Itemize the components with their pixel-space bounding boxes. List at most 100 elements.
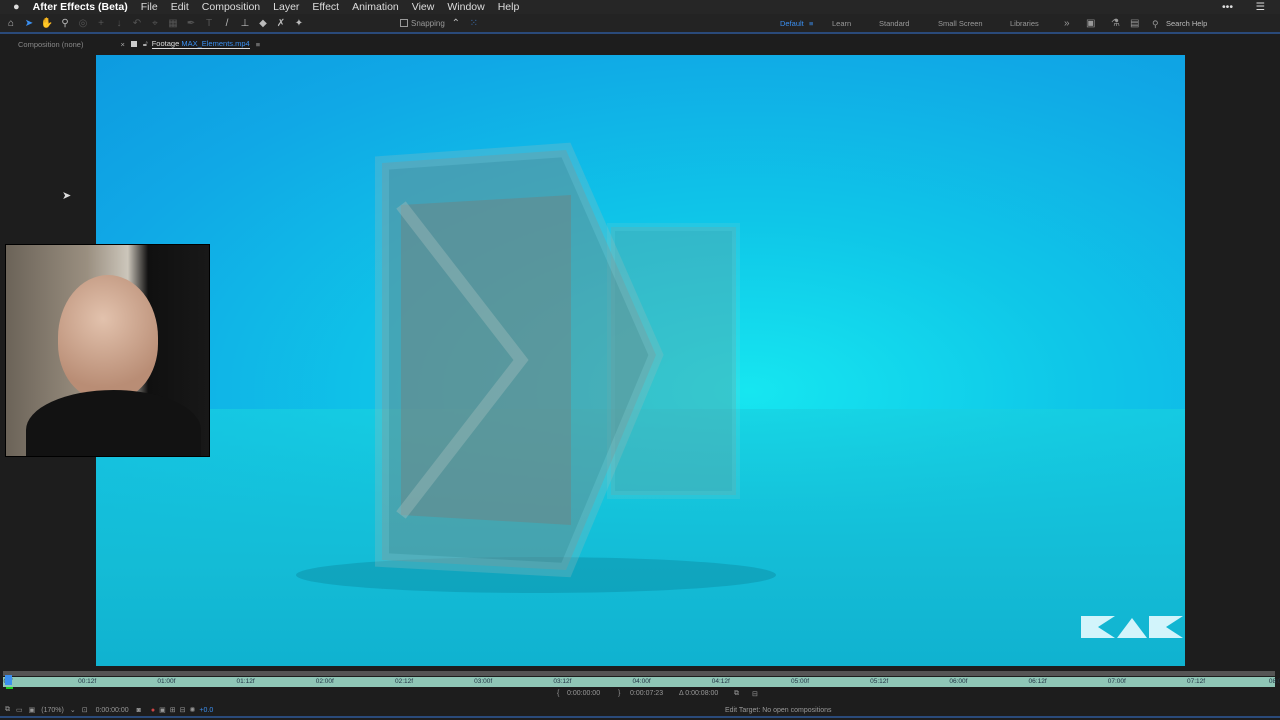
snapping-checkbox[interactable]: Snapping xyxy=(400,19,445,28)
anchor-tool-icon[interactable]: ⌖ xyxy=(148,16,162,30)
workspace-standard[interactable]: Standard xyxy=(879,14,909,34)
zoom-tool-icon[interactable]: ⚲ xyxy=(58,16,72,30)
footage-viewer[interactable] xyxy=(96,55,1185,666)
work-area-bar[interactable] xyxy=(3,671,1275,676)
edit-target: Edit Target: No open compositions xyxy=(725,706,832,714)
type-tool-icon[interactable]: T xyxy=(202,16,216,30)
screen-icon[interactable]: ▣ xyxy=(1086,14,1095,34)
mouse-cursor-icon: ➤ xyxy=(62,190,72,202)
ruler-tick: 03:00f xyxy=(474,678,493,685)
panel-tabs: Composition (none) × 🔓︎ Footage MAX_Elem… xyxy=(0,36,1280,52)
shape-tool-icon[interactable]: ▦ xyxy=(166,16,180,30)
exposure-icon[interactable]: ✺ xyxy=(190,706,196,714)
snapping-label: Snapping xyxy=(411,18,445,28)
camera-icon[interactable]: ◙ xyxy=(137,707,141,714)
lock-icon[interactable]: 🔓︎ xyxy=(143,39,148,49)
more-icon[interactable]: ••• xyxy=(1222,1,1233,13)
ruler-tick: 04:12f xyxy=(711,678,730,685)
in-point-icon[interactable]: { xyxy=(557,690,559,697)
menu-edit[interactable]: Edit xyxy=(171,1,189,13)
selection-tool-icon[interactable]: ➤ xyxy=(22,16,36,30)
tab-color-icon xyxy=(130,41,137,47)
brush-tool-icon[interactable]: / xyxy=(220,16,234,30)
workspace-menu-icon[interactable]: ≡ xyxy=(809,14,813,34)
presenter-shirt xyxy=(26,390,201,456)
tab-menu-icon[interactable]: ≡ xyxy=(256,40,260,49)
menu-window[interactable]: Window xyxy=(447,1,484,13)
move-tool-icon[interactable]: + xyxy=(94,16,108,30)
workspace-libraries[interactable]: Libraries xyxy=(1010,14,1039,34)
menu-view[interactable]: View xyxy=(412,1,435,13)
apple-icon[interactable]: ● xyxy=(13,1,20,13)
puppet-tool-icon[interactable]: ✦ xyxy=(292,16,306,30)
footage-prefix: Footage xyxy=(151,39,180,48)
exposure-value[interactable]: +0.0 xyxy=(199,707,213,714)
footage-name: MAX_Elements.mp4 xyxy=(181,39,250,48)
workspace-small-screen[interactable]: Small Screen xyxy=(938,14,983,34)
menu-animation[interactable]: Animation xyxy=(352,1,399,13)
chevron-down-icon[interactable]: ⌄ xyxy=(70,706,76,714)
transparency-icon[interactable]: ⊞ xyxy=(170,706,176,714)
out-point[interactable]: 0:00:07:23 xyxy=(630,690,663,697)
feedback-icon[interactable]: ▤ xyxy=(1130,14,1139,34)
out-point-icon[interactable]: } xyxy=(618,690,620,697)
beta-flask-icon[interactable]: ⚗ xyxy=(1111,14,1120,34)
ruler-tick: 06:12f xyxy=(1028,678,1047,685)
ruler-tick: 04:00f xyxy=(632,678,651,685)
current-time[interactable]: 0:00:00:00 xyxy=(96,707,129,714)
ruler-tick: 01:00f xyxy=(157,678,176,685)
ruler-tick: 02:00f xyxy=(315,678,334,685)
home-icon[interactable]: ⌂ xyxy=(4,16,18,30)
region-icon[interactable]: ▣ xyxy=(159,706,166,714)
time-ruler[interactable]: 00f00:12f01:00f01:12f02:00f02:12f03:00f0… xyxy=(3,677,1280,687)
dolly-tool-icon[interactable]: ↓ xyxy=(112,16,126,30)
orbit-tool-icon[interactable]: ◎ xyxy=(76,16,90,30)
monitor-icon[interactable]: ▭ xyxy=(16,706,23,714)
in-point[interactable]: 0:00:00:00 xyxy=(567,690,600,697)
snap-icon[interactable]: ⌃ xyxy=(449,16,463,30)
fast-preview-icon[interactable]: ⊟ xyxy=(180,706,186,714)
search-icon[interactable]: ⚲ xyxy=(1152,14,1159,34)
webcam-overlay xyxy=(5,244,210,457)
menu-bar: ● After Effects (Beta) File Edit Composi… xyxy=(0,0,1280,14)
list-icon[interactable]: ☰ xyxy=(1256,1,1265,13)
hand-tool-icon[interactable]: ✋ xyxy=(40,16,54,30)
more-workspaces-icon[interactable]: » xyxy=(1064,14,1070,34)
menu-effect[interactable]: Effect xyxy=(312,1,339,13)
pen-tool-icon[interactable]: ✒ xyxy=(184,16,198,30)
ruler-tick: 03:12f xyxy=(553,678,572,685)
ruler-tick: 05:12f xyxy=(870,678,889,685)
playhead[interactable] xyxy=(5,675,12,685)
max-logo xyxy=(1081,616,1183,638)
channel-icon[interactable]: ● xyxy=(151,707,155,714)
eraser-tool-icon[interactable]: ◆ xyxy=(256,16,270,30)
tab-footage[interactable]: Footage MAX_Elements.mp4 xyxy=(151,39,250,49)
rotate-tool-icon[interactable]: ↶ xyxy=(130,16,144,30)
ruler-tick: 06:00f xyxy=(949,678,968,685)
ripple-insert-icon[interactable]: ⊟ xyxy=(752,690,758,698)
zoom-dropdown[interactable]: (170%) xyxy=(41,707,64,714)
menu-help[interactable]: Help xyxy=(498,1,520,13)
roto-brush-icon[interactable]: ✗ xyxy=(274,16,288,30)
menu-composition[interactable]: Composition xyxy=(202,1,260,13)
close-tab-icon[interactable]: × xyxy=(120,40,124,49)
overlay-edit-icon[interactable]: ⧉ xyxy=(734,690,739,698)
stamp-tool-icon[interactable]: ⊥ xyxy=(238,16,252,30)
glass-shapes xyxy=(296,142,776,593)
menu-file[interactable]: File xyxy=(141,1,158,13)
always-preview-icon[interactable]: ⧉ xyxy=(5,706,10,714)
ruler-tick: 08:0 xyxy=(1268,678,1280,685)
presenter-head xyxy=(58,275,158,400)
ruler-tick: 07:00f xyxy=(1107,678,1126,685)
safe-area-icon[interactable]: ⊡ xyxy=(82,706,88,714)
workspace-default[interactable]: Default xyxy=(780,14,804,34)
tab-composition[interactable]: Composition (none) xyxy=(18,40,83,49)
menu-layer[interactable]: Layer xyxy=(273,1,299,13)
vr-icon[interactable]: ▣ xyxy=(29,706,36,714)
ruler-tick: 01:12f xyxy=(236,678,255,685)
ruler-tick: 05:00f xyxy=(790,678,810,685)
app-name[interactable]: After Effects (Beta) xyxy=(33,1,128,13)
search-help-input[interactable]: Search Help xyxy=(1166,14,1207,34)
snap-grid-icon[interactable]: ⁙ xyxy=(467,16,481,30)
workspace-learn[interactable]: Learn xyxy=(832,14,851,34)
